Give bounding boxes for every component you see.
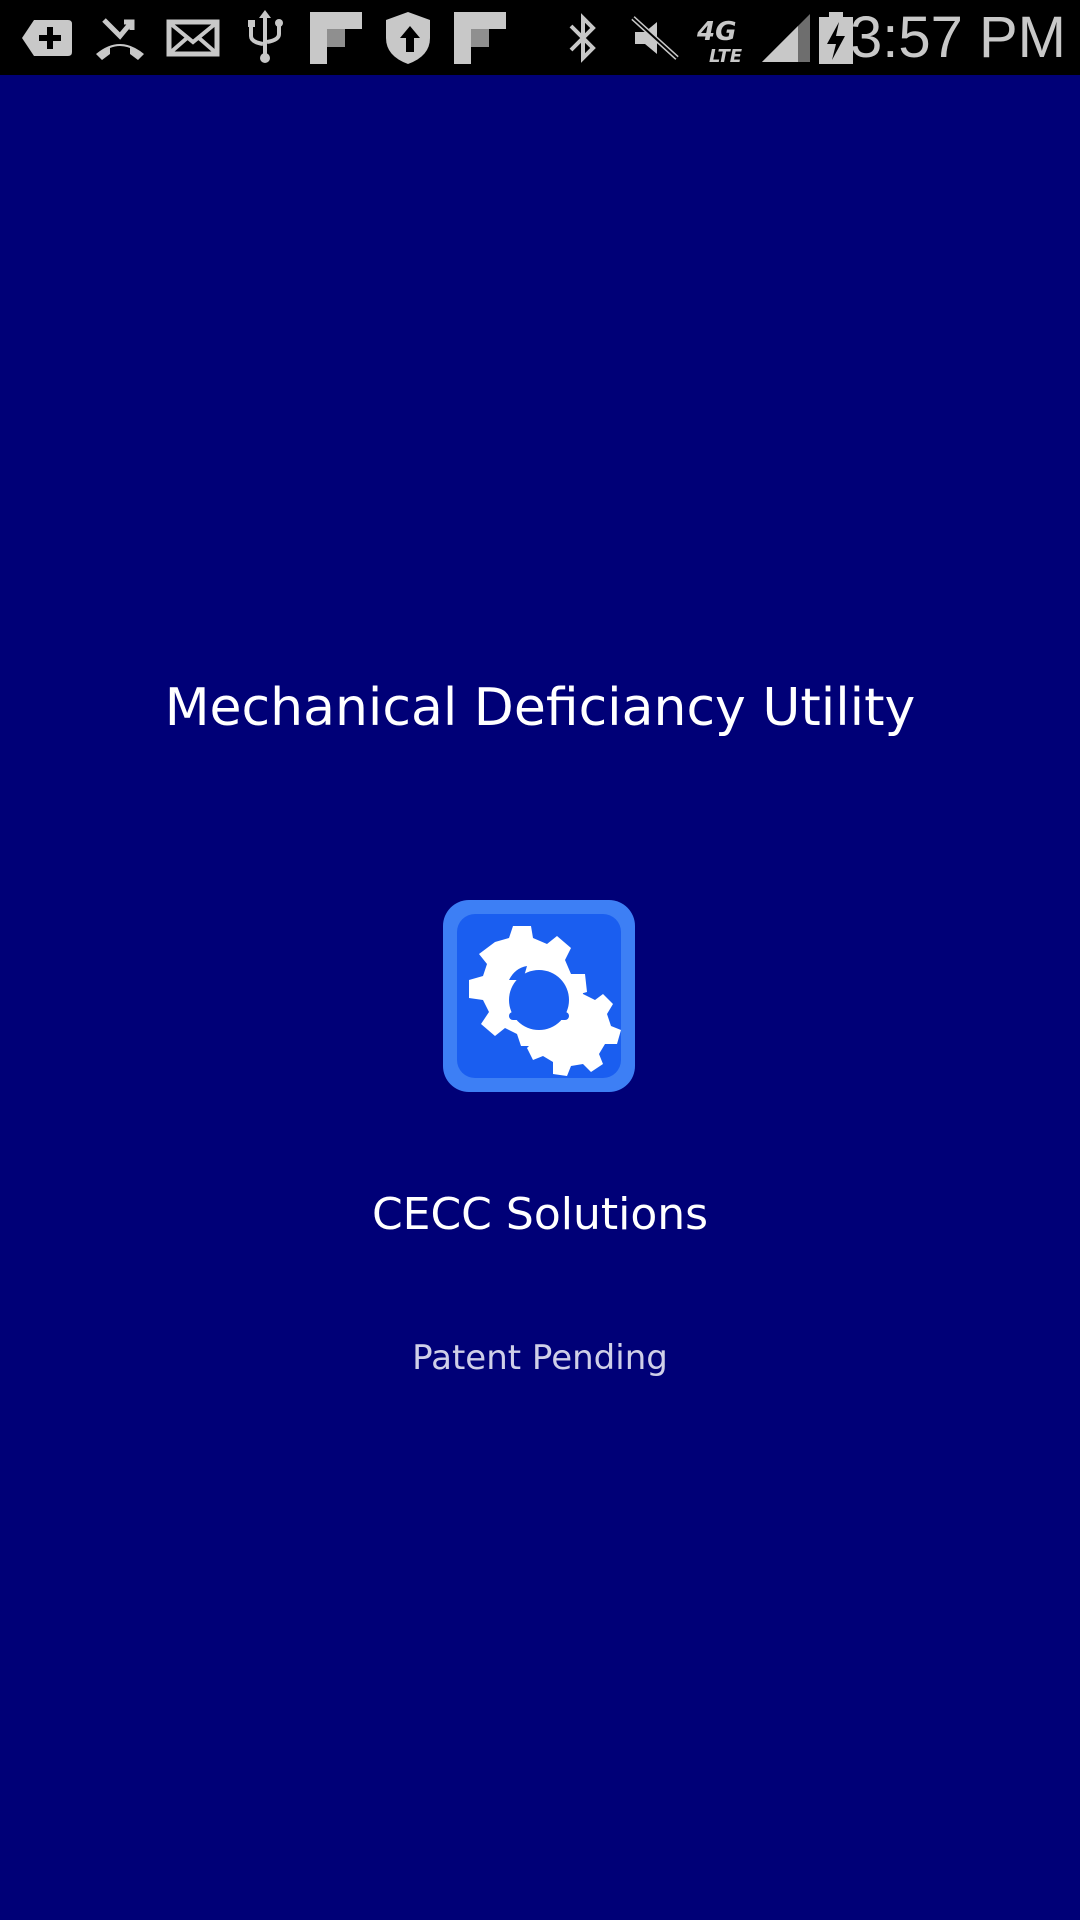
- svg-text:LTE: LTE: [709, 46, 743, 66]
- missed-call-icon: [92, 10, 148, 66]
- svg-text:4G: 4G: [696, 17, 736, 47]
- mail-icon: [165, 10, 221, 66]
- flipboard-icon: [308, 10, 364, 66]
- usb-icon: [237, 10, 293, 66]
- flipboard-icon: [452, 10, 508, 66]
- add-icon: [20, 10, 76, 66]
- mute-icon: [627, 10, 683, 66]
- status-time: 3:57 PM: [850, 5, 1066, 70]
- splash-screen: Mechanical Deficiancy Utility CECC Solut…: [0, 75, 1080, 1920]
- bluetooth-icon: [555, 10, 611, 66]
- gears-icon: [443, 900, 635, 1092]
- app-title: Mechanical Deficiancy Utility: [164, 678, 916, 738]
- patent-notice: Patent Pending: [412, 1338, 668, 1378]
- shield-update-icon: [380, 10, 436, 66]
- status-bar: 4G LTE 3:57 PM: [0, 0, 1080, 75]
- company-name: CECC Solutions: [371, 1189, 709, 1240]
- 4g-lte-icon: 4G LTE: [695, 10, 755, 66]
- signal-icon: [758, 10, 814, 66]
